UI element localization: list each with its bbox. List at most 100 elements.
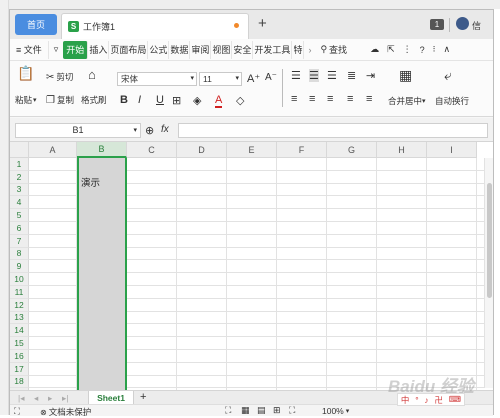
tab-start[interactable]: 开始 <box>63 40 89 59</box>
more-options-icon[interactable]: ⁝ <box>429 41 440 59</box>
document-tab[interactable]: S 工作簿1 <box>61 13 249 39</box>
column-header-a[interactable]: A <box>29 142 77 158</box>
column-header-i[interactable]: I <box>427 142 477 158</box>
clear-format-icon[interactable]: ◇ <box>236 94 244 107</box>
column-header-b[interactable]: B <box>77 142 127 158</box>
tab-insert[interactable]: 插入 <box>88 40 110 59</box>
ime-toolbar[interactable]: 中 ° ♪ 卍 ⌨ <box>397 393 465 406</box>
bold-button[interactable]: B <box>120 94 128 106</box>
next-sheet-icon[interactable]: ▸ <box>48 393 52 404</box>
grow-font-button[interactable]: A⁺ <box>247 72 260 85</box>
tab-security[interactable]: 安全 <box>232 40 254 59</box>
vertical-scrollbar[interactable] <box>484 158 493 388</box>
cell-b2[interactable]: 演示 <box>81 175 100 189</box>
row-header-9[interactable]: 9 <box>10 260 29 274</box>
tab-developer[interactable]: 开发工具 <box>253 40 293 59</box>
row-header-1[interactable]: 1 <box>10 158 29 171</box>
row-header-8[interactable]: 8 <box>10 247 29 261</box>
column-header-c[interactable]: C <box>127 142 177 158</box>
shrink-font-button[interactable]: A⁻ <box>265 72 277 83</box>
align-center-icon[interactable]: ≡ <box>309 93 315 105</box>
formula-input[interactable] <box>178 123 488 138</box>
normal-view-icon[interactable]: ⛶ <box>225 405 231 416</box>
collapse-ribbon-icon[interactable]: ∧ <box>440 41 455 59</box>
fill-color-icon[interactable]: ◈ <box>193 94 201 107</box>
chevron-down-icon[interactable]: ▿ <box>49 41 64 59</box>
zoom-icon[interactable]: ⊕ <box>145 124 154 137</box>
row-header-5[interactable]: 5 <box>10 209 29 222</box>
ime-voice[interactable]: ♪ <box>424 395 428 405</box>
protect-status[interactable]: ⊗ 文档未保护 <box>40 406 91 418</box>
column-header-g[interactable]: G <box>327 142 377 158</box>
reading-view-icon[interactable]: ⊞ <box>273 405 281 416</box>
spreadsheet-grid[interactable]: ABCDEFGHI12345678910111213141516171819演示 <box>10 142 493 390</box>
row-header-18[interactable]: 18 <box>10 375 29 389</box>
macro-icon[interactable]: ⛶ <box>14 406 20 417</box>
tab-formula[interactable]: 公式 <box>148 40 170 59</box>
copy-button[interactable]: ❐ 复制 <box>46 94 74 106</box>
indent-icon[interactable]: ⇥ <box>366 69 375 82</box>
row-header-2[interactable]: 2 <box>10 170 29 184</box>
more-tabs-icon[interactable]: › <box>304 41 315 59</box>
format-painter-icon[interactable]: ⌂ <box>88 67 96 82</box>
tab-review[interactable]: 审阅 <box>190 40 212 59</box>
wrap-text-button[interactable]: 自动换行 <box>435 95 469 107</box>
add-sheet-button[interactable]: + <box>140 391 146 403</box>
align-bottom-icon[interactable]: ☰ <box>327 69 337 82</box>
row-header-7[interactable]: 7 <box>10 234 29 248</box>
new-tab-button[interactable]: + <box>258 15 267 32</box>
paste-button[interactable]: 粘贴 ▾ <box>15 94 37 106</box>
border-icon[interactable]: ⊞ <box>172 94 181 107</box>
tab-special[interactable]: 特 <box>292 40 305 59</box>
justify-icon[interactable]: ≡ <box>347 93 353 105</box>
help-button[interactable]: ? <box>416 41 429 59</box>
page-layout-view-icon[interactable]: ▦ <box>241 405 250 416</box>
select-all-corner[interactable] <box>10 142 29 158</box>
column-header-f[interactable]: F <box>277 142 327 158</box>
home-tab[interactable]: 首页 <box>15 14 57 35</box>
distributed-icon[interactable]: ≡ <box>366 93 372 105</box>
row-header-12[interactable]: 12 <box>10 298 29 312</box>
format-painter-button[interactable]: 格式刷 <box>81 94 107 106</box>
first-sheet-icon[interactable]: |◂ <box>18 393 24 404</box>
tab-page-layout[interactable]: 页面布局 <box>109 40 149 59</box>
scroll-thumb[interactable] <box>487 183 492 298</box>
merge-center-button[interactable]: 合并居中 ▾ <box>388 95 426 107</box>
cut-button[interactable]: ✂ 剪切 <box>46 71 73 83</box>
ime-keyboard[interactable]: ⌨ <box>449 394 461 405</box>
row-header-4[interactable]: 4 <box>10 196 29 210</box>
row-header-14[interactable]: 14 <box>10 324 29 338</box>
wrap-text-icon[interactable]: ⤶ <box>444 67 452 84</box>
row-header-15[interactable]: 15 <box>10 337 29 350</box>
fx-button[interactable]: fx <box>161 124 169 135</box>
file-menu[interactable]: ≡ 文件 <box>10 40 49 59</box>
row-header-3[interactable]: 3 <box>10 183 29 197</box>
column-header-h[interactable]: H <box>377 142 427 158</box>
more-icon[interactable]: ⋮ <box>399 41 416 59</box>
tab-data[interactable]: 数据 <box>169 40 191 59</box>
row-header-10[interactable]: 10 <box>10 273 29 286</box>
sheet-tab-sheet1[interactable]: Sheet1 <box>88 391 134 405</box>
user-name[interactable]: 信 <box>472 19 481 32</box>
paste-icon[interactable]: 📋 <box>17 65 34 82</box>
prev-sheet-icon[interactable]: ◂ <box>34 393 38 404</box>
name-box[interactable]: B1 ▾ <box>15 123 141 138</box>
align-left-icon[interactable]: ≡ <box>291 93 297 105</box>
row-header-13[interactable]: 13 <box>10 311 29 325</box>
last-sheet-icon[interactable]: ▸| <box>62 393 68 404</box>
row-header-6[interactable]: 6 <box>10 222 29 235</box>
align-middle-icon[interactable]: ☰ <box>309 69 319 82</box>
row-header-11[interactable]: 11 <box>10 286 29 299</box>
search-button[interactable]: ⚲ 查找 <box>315 41 352 59</box>
cloud-icon[interactable]: ☁ <box>366 41 383 59</box>
tab-view[interactable]: 视图 <box>211 40 233 59</box>
window-count-badge[interactable]: 1 <box>430 19 444 30</box>
ime-punct[interactable]: ° <box>415 395 418 405</box>
row-header-16[interactable]: 16 <box>10 350 29 363</box>
merge-icon[interactable]: ▦ <box>399 67 412 84</box>
fullscreen-icon[interactable]: ⛶ <box>289 405 295 416</box>
page-break-view-icon[interactable]: ▤ <box>257 405 266 416</box>
avatar[interactable] <box>456 17 469 30</box>
ime-symbol[interactable]: 卍 <box>434 394 443 406</box>
row-header-17[interactable]: 17 <box>10 362 29 376</box>
